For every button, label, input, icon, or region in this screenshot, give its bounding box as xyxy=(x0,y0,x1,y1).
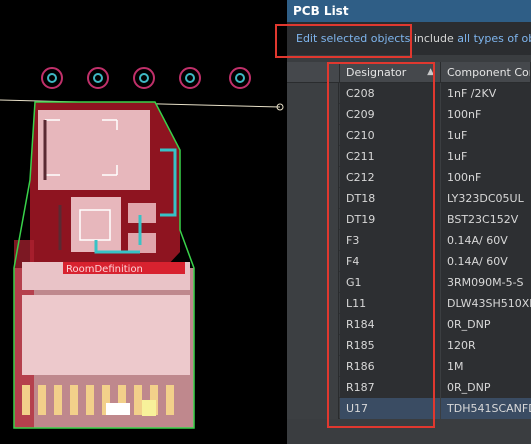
table-row[interactable]: F4 0.14A/ 60V xyxy=(287,251,531,272)
mounting-hole xyxy=(179,67,201,89)
row-gutter xyxy=(287,167,339,188)
designator-cell[interactable]: C212 xyxy=(340,167,441,188)
designator-cell[interactable]: U17 xyxy=(340,398,441,419)
designator-cell[interactable]: DT18 xyxy=(340,188,441,209)
pcb-drawing: RoomDefinition xyxy=(0,67,284,429)
column-header-designator[interactable]: Designator ▲ xyxy=(340,62,441,83)
table-row[interactable]: DT19 BST23C152V xyxy=(287,209,531,230)
column-header-label: Designator xyxy=(346,66,407,79)
pcb-list-panel: PCB List Edit selected objects include a… xyxy=(287,0,531,444)
pcb-list-grid[interactable]: Designator ▲ Component Com C208 1nF /2KV … xyxy=(287,62,531,444)
designator-cell[interactable]: C208 xyxy=(340,83,441,104)
comment-cell[interactable]: 1M xyxy=(441,356,531,377)
comment-cell[interactable]: 0.14A/ 60V xyxy=(441,251,531,272)
comment-cell[interactable]: LY323DC05UL xyxy=(441,188,531,209)
mounting-holes xyxy=(41,67,251,89)
filter-bar: Edit selected objects include all types … xyxy=(287,22,531,55)
row-gutter xyxy=(287,83,339,104)
designator-cell[interactable]: R184 xyxy=(340,314,441,335)
table-row[interactable]: G1 3RM090M-5-S xyxy=(287,272,531,293)
edit-selected-objects-link[interactable]: Edit selected objects xyxy=(296,32,410,45)
comment-cell[interactable]: TDH541SCANFD xyxy=(441,398,531,419)
comment-cell[interactable]: 1uF xyxy=(441,125,531,146)
column-header-comment[interactable]: Component Com xyxy=(441,62,531,83)
designator-cell[interactable]: F3 xyxy=(340,230,441,251)
table-row[interactable]: DT18 LY323DC05UL xyxy=(287,188,531,209)
table-row[interactable]: R185 120R xyxy=(287,335,531,356)
designator-cell[interactable]: C210 xyxy=(340,125,441,146)
row-gutter xyxy=(287,293,339,314)
designator-cell[interactable]: C209 xyxy=(340,104,441,125)
designator-cell[interactable]: C211 xyxy=(340,146,441,167)
row-gutter xyxy=(287,188,339,209)
row-gutter xyxy=(287,272,339,293)
comment-cell[interactable]: 3RM090M-5-S xyxy=(441,272,531,293)
table-row[interactable]: C212 100nF xyxy=(287,167,531,188)
table-row[interactable]: R184 0R_DNP xyxy=(287,314,531,335)
row-gutter xyxy=(287,356,339,377)
comment-cell[interactable]: 0R_DNP xyxy=(441,314,531,335)
designator-cell[interactable]: R186 xyxy=(340,356,441,377)
row-gutter xyxy=(287,209,339,230)
table-row[interactable]: C210 1uF xyxy=(287,125,531,146)
designator-cell[interactable]: L11 xyxy=(340,293,441,314)
table-row[interactable]: R186 1M xyxy=(287,356,531,377)
mounting-hole xyxy=(41,67,63,89)
row-gutter xyxy=(287,104,339,125)
row-gutter xyxy=(287,335,339,356)
designator-cell[interactable]: F4 xyxy=(340,251,441,272)
comment-cell[interactable]: 0.14A/ 60V xyxy=(441,230,531,251)
row-gutter xyxy=(287,314,339,335)
mounting-hole xyxy=(87,67,109,89)
comment-cell[interactable]: 1uF xyxy=(441,146,531,167)
pad-large xyxy=(38,110,150,190)
table-row[interactable]: C209 100nF xyxy=(287,104,531,125)
designator-cell[interactable]: R185 xyxy=(340,335,441,356)
comment-cell[interactable]: 120R xyxy=(441,335,531,356)
pad-small-2 xyxy=(128,233,156,253)
comment-cell[interactable]: 0R_DNP xyxy=(441,377,531,398)
row-gutter xyxy=(287,251,339,272)
object-types-link[interactable]: all types of obje xyxy=(457,32,531,45)
column-header-label: Component Com xyxy=(447,66,531,79)
designator-cell[interactable]: DT19 xyxy=(340,209,441,230)
comment-cell[interactable]: BST23C152V xyxy=(441,209,531,230)
mounting-hole xyxy=(229,67,251,89)
table-row[interactable]: L11DLW43SH510XK2 xyxy=(287,293,531,314)
comment-cell[interactable]: 1nF /2KV xyxy=(441,83,531,104)
row-gutter xyxy=(287,377,339,398)
table-row[interactable]: F3 0.14A/ 60V xyxy=(287,230,531,251)
mounting-hole xyxy=(133,67,155,89)
row-gutter xyxy=(287,146,339,167)
designator-cell[interactable]: R187 xyxy=(340,377,441,398)
comment-cell[interactable]: DLW43SH510XK2 xyxy=(441,293,531,314)
sort-arrow-icon: ▲ xyxy=(427,67,434,77)
comment-cell[interactable]: 100nF xyxy=(441,167,531,188)
room-label: RoomDefinition xyxy=(66,264,143,275)
designator-cell[interactable]: G1 xyxy=(340,272,441,293)
pcb-canvas[interactable]: RoomDefinition xyxy=(0,0,287,444)
comment-cell[interactable]: 100nF xyxy=(441,104,531,125)
row-gutter xyxy=(287,230,339,251)
pad-body xyxy=(22,295,190,375)
table-row[interactable]: C211 1uF xyxy=(287,146,531,167)
row-header-corner xyxy=(287,62,340,83)
pad-small-1 xyxy=(128,203,156,223)
table-row[interactable]: R187 0R_DNP xyxy=(287,377,531,398)
row-gutter xyxy=(287,125,339,146)
table-row[interactable]: C208 1nF /2KV xyxy=(287,83,531,104)
filter-middle-text: include xyxy=(413,32,454,45)
panel-title: PCB List xyxy=(287,0,531,22)
row-gutter xyxy=(287,398,339,419)
table-row[interactable]: U17 TDH541SCANFD xyxy=(287,398,531,419)
